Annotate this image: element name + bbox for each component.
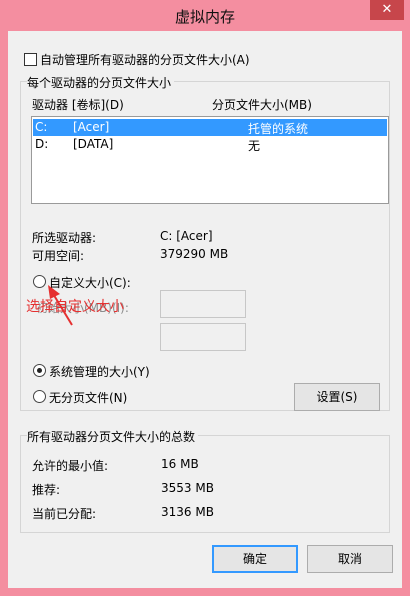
virtual-memory-window: 虚拟内存 ✕ 自动管理所有驱动器的分页文件大小(A) 每个驱动器的分页文件大小 … [0,0,410,596]
annotation-text: 选择自定义大小 [26,299,124,315]
